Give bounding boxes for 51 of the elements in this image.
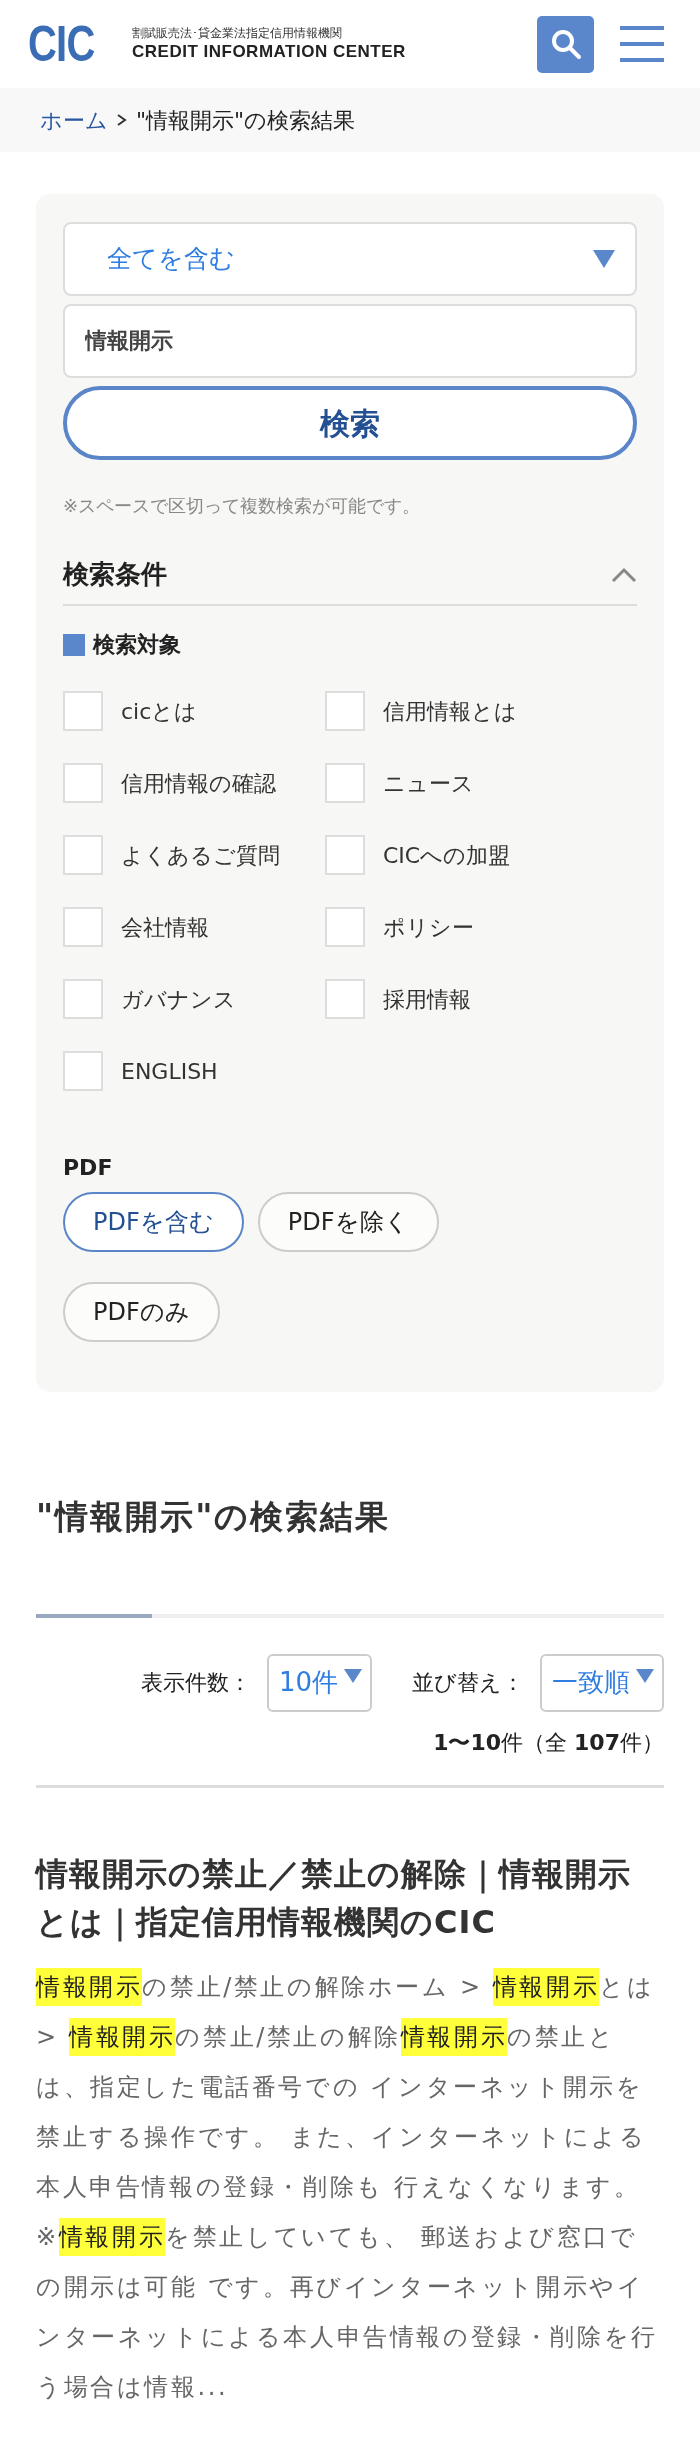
checkbox-label[interactable]: ニュース (383, 766, 474, 800)
control-label: 表示件数： (140, 1669, 251, 1697)
result-count: 1〜10件（全 107件） (432, 1728, 664, 1757)
checkbox-label[interactable]: よくあるご質問 (121, 838, 280, 872)
checkbox[interactable] (63, 907, 103, 947)
checkbox-label[interactable]: 信用情報の確認 (121, 766, 276, 800)
section-label: PDF (63, 1154, 114, 1182)
section-label: 検索対象 (93, 631, 181, 659)
checkbox[interactable] (325, 691, 365, 731)
checkbox[interactable] (63, 691, 103, 731)
checkbox[interactable] (325, 979, 365, 1019)
caret-icon (593, 250, 615, 268)
checkbox-label[interactable]: CICへの加盟 (383, 838, 511, 872)
checkbox-label[interactable]: 信用情報とは (383, 694, 517, 728)
caret-icon (344, 1668, 362, 1683)
menu-icon (618, 24, 666, 64)
checkbox-label[interactable]: cicとは (121, 694, 198, 728)
option-pill[interactable]: PDFのみ (63, 1282, 220, 1342)
search-button[interactable]: 検索 (63, 386, 637, 460)
select-dropdown[interactable]: 一致順 (540, 1653, 664, 1712)
checkbox-label[interactable]: 会社情報 (121, 910, 209, 944)
checkbox-label[interactable]: ポリシー (383, 910, 474, 944)
organization-name: CREDIT INFORMATION CENTER (132, 41, 406, 62)
option-pill[interactable]: PDFを除く (257, 1192, 439, 1252)
breadcrumb-link[interactable]: ホーム (40, 103, 108, 137)
checkbox-label[interactable]: ガバナンス (121, 982, 236, 1016)
checkbox-label[interactable]: 採用情報 (383, 982, 471, 1016)
mode-dropdown[interactable]: 全てを含む (63, 222, 637, 296)
option-pill[interactable]: PDFを含む (63, 1192, 244, 1252)
checkbox[interactable] (63, 979, 103, 1019)
conditions-toggle[interactable]: 検索条件 (63, 555, 637, 606)
results-heading: "情報開示"の検索結果 (36, 1496, 392, 1538)
checkbox[interactable] (325, 763, 365, 803)
chevron-icon (116, 112, 128, 128)
result-title[interactable]: 情報開示の禁止／禁止の解除｜情報開示とは｜指定信用情報機関のCIC (36, 1849, 664, 1946)
tagline: 割賦販売法･貸金業法指定信用情報機関 (132, 26, 343, 42)
search-button[interactable] (537, 15, 594, 73)
checkbox[interactable] (325, 835, 365, 875)
checkbox[interactable] (63, 763, 103, 803)
hint-text: ※スペースで区切って複数検索が可能です。 (63, 494, 422, 518)
checkbox[interactable] (325, 907, 365, 947)
logo[interactable]: CIC (28, 19, 105, 69)
caret-icon (636, 1668, 654, 1683)
checkbox[interactable] (63, 835, 103, 875)
square-icon (63, 633, 85, 656)
checkbox-label[interactable]: ENGLISH (121, 1054, 218, 1088)
search-icon (549, 28, 582, 60)
checkbox[interactable] (63, 1051, 103, 1091)
breadcrumb-current: "情報開示"の検索結果 (136, 106, 356, 135)
select-dropdown[interactable]: 10件 (266, 1653, 372, 1712)
control-label: 並び替え： (412, 1669, 524, 1697)
